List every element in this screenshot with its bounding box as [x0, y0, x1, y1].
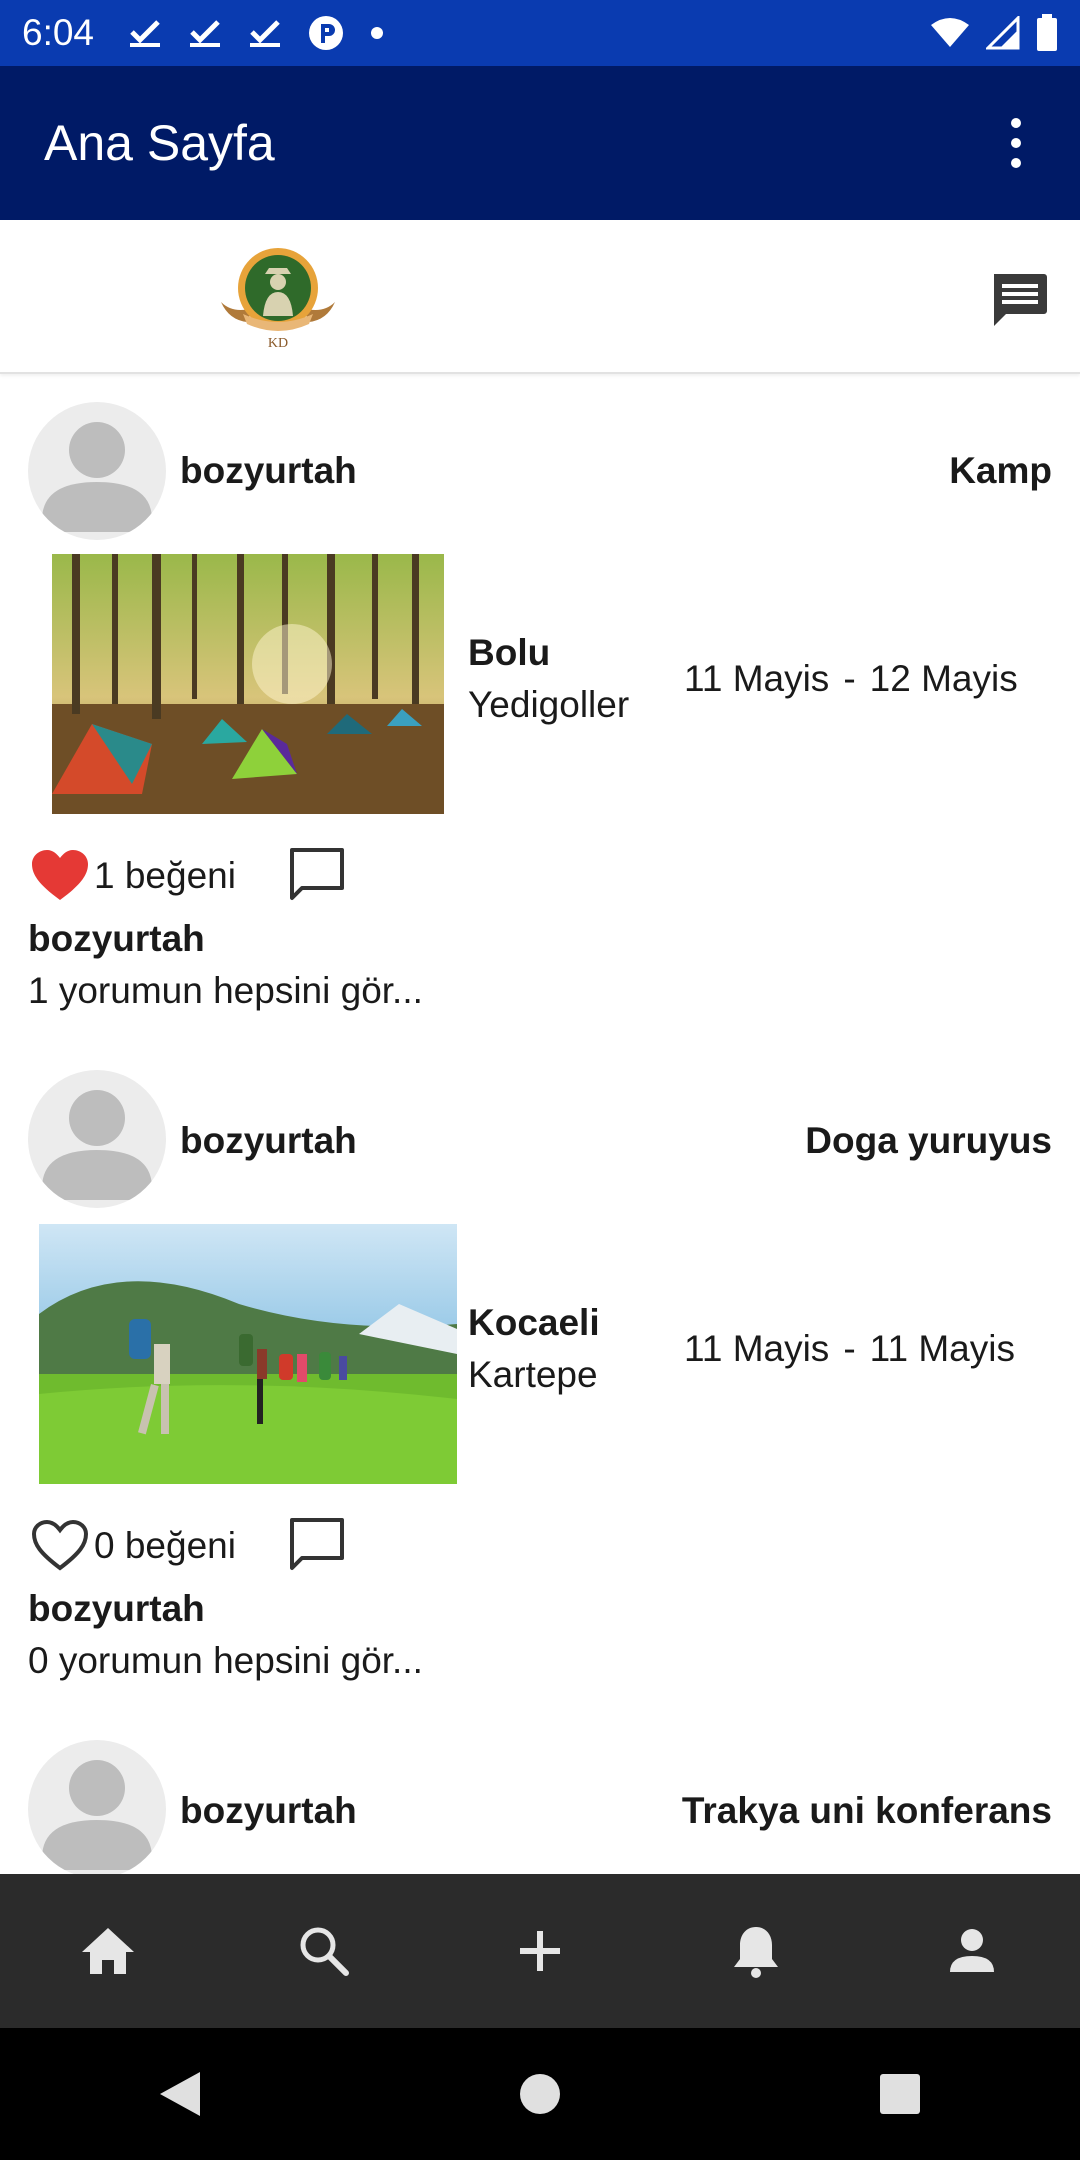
post-category: Kamp	[949, 450, 1052, 491]
post-card: bozyurtah Trakya uni konferans	[0, 1714, 1080, 1874]
start-date: 11 Mayis	[684, 658, 830, 699]
notification-icons	[128, 15, 384, 51]
like-row: 0 beğeni	[30, 1518, 236, 1574]
post-username[interactable]: bozyurtah	[180, 1790, 357, 1832]
comment-button[interactable]	[286, 1514, 348, 1576]
post-card: bozyurtah Kamp Bolu Yedigoller 11 Mayis …	[0, 374, 1080, 1044]
nav-notifications-button[interactable]	[648, 1874, 864, 2028]
dot-icon	[370, 26, 384, 40]
post-dates: 11 Mayis - 12 Mayis	[684, 658, 1018, 700]
post-district: Yedigoller	[468, 684, 630, 725]
signal-icon	[986, 16, 1020, 50]
bottom-navigation	[0, 1874, 1080, 2028]
system-back-button[interactable]	[100, 2028, 260, 2160]
status-bar: 6:04	[0, 0, 1080, 66]
comment-icon	[290, 848, 344, 900]
like-row: 1 beğeni	[30, 848, 236, 904]
like-count: 0 beğeni	[94, 1525, 236, 1566]
messages-button[interactable]	[988, 268, 1050, 330]
search-icon	[300, 1927, 349, 1976]
battery-icon	[1036, 14, 1058, 52]
recents-icon	[880, 2074, 920, 2114]
view-comments-link[interactable]: 1 yorumun hepsini gör...	[28, 970, 423, 1012]
messages-icon	[994, 274, 1047, 326]
system-recents-button[interactable]	[820, 2028, 980, 2160]
like-count: 1 beğeni	[94, 855, 236, 896]
nav-add-button[interactable]	[432, 1874, 648, 2028]
post-district: Kartepe	[468, 1354, 598, 1395]
system-status-icons	[930, 14, 1058, 52]
post-author[interactable]: bozyurtah	[28, 918, 205, 960]
comment-button[interactable]	[286, 844, 348, 906]
wifi-icon	[930, 17, 970, 49]
app-bar: Ana Sayfa	[0, 66, 1080, 220]
post-image[interactable]	[39, 1224, 457, 1484]
post-card: bozyurtah Doga yuruyus Kocaeli Kartepe 1…	[0, 1044, 1080, 1714]
avatar[interactable]	[28, 1070, 166, 1208]
overflow-menu-icon	[1011, 118, 1021, 128]
notifications-icon	[734, 1927, 778, 1978]
back-icon	[160, 2072, 200, 2116]
avatar[interactable]	[28, 1740, 166, 1874]
comment-icon	[290, 1518, 344, 1570]
nav-home-button[interactable]	[0, 1874, 216, 2028]
camping-photo	[52, 554, 444, 814]
check-icon	[188, 18, 222, 48]
nav-profile-button[interactable]	[864, 1874, 1080, 2028]
system-navigation	[0, 2028, 1080, 2160]
post-dates: 11 Mayis - 11 Mayis	[684, 1328, 1015, 1370]
view-comments-link[interactable]: 0 yorumun hepsini gör...	[28, 1640, 423, 1682]
post-username[interactable]: bozyurtah	[180, 1120, 357, 1162]
avatar[interactable]	[28, 402, 166, 540]
post-city: Kocaeli	[468, 1302, 600, 1343]
end-date: 12 Mayis	[869, 658, 1018, 699]
start-date: 11 Mayis	[684, 1328, 830, 1369]
p-circle-icon	[308, 15, 344, 51]
post-image[interactable]	[52, 554, 444, 814]
header-strip: KD	[0, 220, 1080, 374]
post-username[interactable]: bozyurtah	[180, 450, 357, 492]
post-feed[interactable]: bozyurtah Kamp Bolu Yedigoller 11 Mayis …	[0, 374, 1080, 1874]
nav-search-button[interactable]	[216, 1874, 432, 2028]
date-separator: -	[843, 658, 856, 699]
overflow-menu-button[interactable]	[996, 103, 1036, 183]
app-logo[interactable]: KD	[215, 244, 341, 354]
home-circle-icon	[520, 2074, 560, 2114]
heart-filled-icon[interactable]	[30, 848, 90, 904]
post-category: Trakya uni konferans	[681, 1790, 1052, 1831]
check-icon	[248, 18, 282, 48]
hiking-photo	[39, 1224, 457, 1484]
add-icon	[520, 1931, 560, 1971]
check-icon	[128, 18, 162, 48]
status-time: 6:04	[22, 12, 95, 53]
profile-icon	[950, 1929, 994, 1972]
logo-text: KD	[268, 336, 288, 351]
end-date: 11 Mayis	[869, 1328, 1015, 1369]
date-separator: -	[843, 1328, 856, 1369]
post-category: Doga yuruyus	[805, 1120, 1052, 1161]
heart-outline-icon[interactable]	[30, 1518, 90, 1574]
post-author[interactable]: bozyurtah	[28, 1588, 205, 1630]
page-title: Ana Sayfa	[44, 115, 275, 171]
home-icon	[82, 1928, 134, 1974]
post-city: Bolu	[468, 632, 551, 673]
system-home-button[interactable]	[460, 2028, 620, 2160]
